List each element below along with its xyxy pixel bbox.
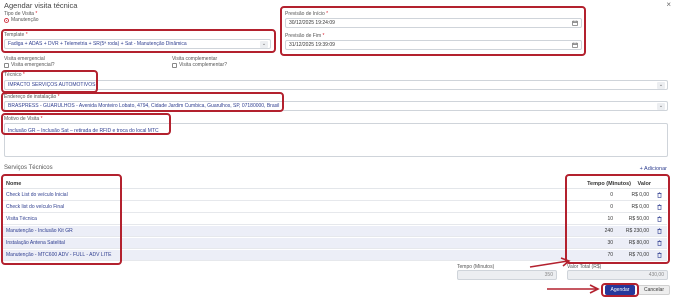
highlight-nome-column — [1, 174, 122, 265]
highlight-values-column — [565, 174, 670, 264]
checkbox-icon[interactable] — [172, 62, 177, 68]
servicos-title: Serviços Técnicos — [4, 165, 53, 171]
chevron-down-icon[interactable]: ⌄ — [657, 103, 665, 110]
tipo-visita-radio[interactable]: Manutenção — [4, 17, 39, 23]
visita-complementar-checkbox[interactable]: Visita complementar? — [172, 62, 227, 68]
total-valor-field: 430,00 — [567, 270, 668, 280]
highlight-tecnico — [1, 70, 98, 93]
tecnico-select[interactable]: IMPACTO SERVIÇOS AUTOMOTIVOS ⌄ — [4, 80, 668, 90]
arrow-to-agendar-icon — [547, 284, 600, 294]
visita-emergencial-checkbox[interactable]: Visita emergencial? — [4, 62, 55, 68]
checkbox-icon[interactable] — [4, 62, 9, 68]
chevron-down-icon[interactable]: ⌄ — [657, 82, 665, 89]
modal-title: Agendar visita técnica — [4, 1, 78, 10]
cancelar-button[interactable]: Cancelar — [638, 285, 670, 295]
highlight-motivo — [1, 113, 171, 135]
add-servico-button[interactable]: + Adicionar — [640, 166, 667, 172]
total-tempo-field: 350 — [457, 270, 557, 280]
highlight-agendar — [601, 283, 639, 297]
radio-selected-icon[interactable] — [4, 17, 9, 23]
highlight-template — [1, 29, 276, 53]
close-icon[interactable]: × — [666, 0, 671, 9]
highlight-previsao — [280, 6, 586, 56]
arrow-to-total-icon — [529, 257, 571, 268]
highlight-endereco — [1, 92, 284, 112]
